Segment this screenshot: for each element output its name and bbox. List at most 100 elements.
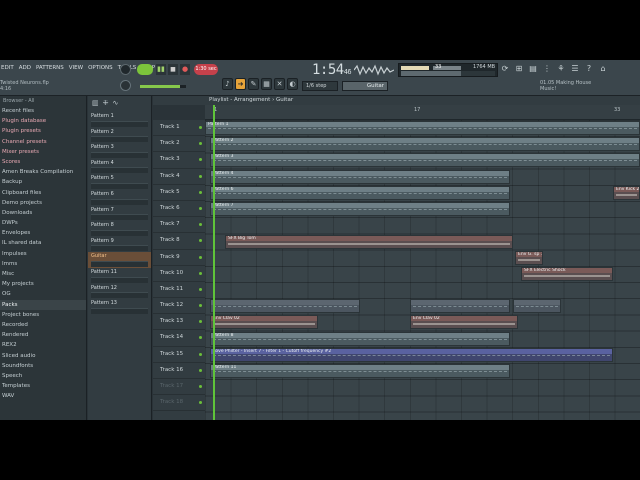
audio-clip[interactable]: SFX Electric Shock <box>521 267 613 281</box>
browser-item[interactable]: Backup <box>0 177 86 187</box>
audio-clip[interactable]: Env G. sp 13 <box>515 251 543 265</box>
audio-clip[interactable]: Env Kick 2 <box>613 186 640 200</box>
playlist-icon[interactable]: ⟳ <box>500 64 510 74</box>
track-header[interactable]: Track 9 <box>153 250 205 266</box>
browser-item[interactable]: OG <box>0 289 86 299</box>
tempo-display[interactable]: 1:30 sec <box>194 64 218 75</box>
browser-item[interactable]: Amen Breaks Compilation <box>0 167 86 177</box>
track-mute-icon[interactable] <box>199 320 202 324</box>
pattern-clip[interactable]: Pattern 3 <box>210 153 640 167</box>
audio-picker-icon[interactable]: ⁜ <box>103 99 109 109</box>
channel-rack-icon[interactable]: ⊞ <box>514 64 524 74</box>
track-mute-icon[interactable] <box>199 401 202 405</box>
browser-item[interactable]: DWPs <box>0 218 86 228</box>
audio-clip[interactable]: SFX Big Tom <box>225 235 513 249</box>
track-header[interactable]: Track 11 <box>153 282 205 299</box>
track-mute-icon[interactable] <box>199 126 202 129</box>
browser-item[interactable]: Rendered <box>0 330 86 340</box>
track-mute-icon[interactable] <box>199 368 202 372</box>
track-mute-icon[interactable] <box>199 190 202 194</box>
drum-clip[interactable] <box>210 299 360 313</box>
track-header[interactable]: Track 17 <box>153 379 205 396</box>
pattern-item[interactable]: Pattern 1 <box>88 112 151 128</box>
track-mute-icon[interactable] <box>199 174 202 178</box>
pattern-clip[interactable]: Pattern 4 <box>210 170 510 184</box>
pattern-clip[interactable]: Pattern 7 <box>210 202 510 216</box>
browser-item[interactable]: REX2 <box>0 340 86 350</box>
pattern-item[interactable]: Pattern 9 <box>88 237 151 253</box>
browser-item[interactable]: Downloads <box>0 208 86 218</box>
piano-roll-icon[interactable]: ▤ <box>528 64 538 74</box>
browser-item[interactable]: IL shared data <box>0 238 86 248</box>
browser-item[interactable]: Channel presets <box>0 137 86 147</box>
track-mute-icon[interactable] <box>199 385 202 388</box>
playlist-grid[interactable]: Pattern 1 Pattern 2 Pattern 3 Pattern 4 … <box>205 120 640 420</box>
help-icon[interactable]: ? <box>584 64 594 74</box>
track-mute-icon[interactable] <box>199 287 202 291</box>
menu-add[interactable]: ADD <box>18 65 32 71</box>
stop-button[interactable]: ■ <box>168 64 178 75</box>
track-header[interactable]: Track 14 <box>153 330 205 347</box>
track-header[interactable]: Track 10 <box>153 266 205 282</box>
pat-song-toggle[interactable] <box>137 64 153 75</box>
master-volume-knob[interactable] <box>120 80 131 91</box>
audio-clip[interactable]: Env Clav 02 <box>210 315 318 329</box>
channel-selector[interactable]: Guitar <box>342 81 388 91</box>
track-header[interactable]: Track 8 <box>153 233 205 250</box>
browser-item[interactable]: Project bones <box>0 310 86 320</box>
snap-selector[interactable]: 1/6 step <box>302 81 338 91</box>
pattern-item[interactable]: Pattern 8 <box>88 221 151 237</box>
track-mute-icon[interactable] <box>199 223 202 227</box>
drum-clip[interactable] <box>410 299 510 313</box>
drum-clip[interactable] <box>513 299 561 313</box>
pattern-item[interactable]: Pattern 7 <box>88 206 151 222</box>
plugin-icon[interactable]: ⚘ <box>556 64 566 74</box>
browser-item[interactable]: Packs <box>0 299 86 310</box>
track-header[interactable]: Track 2 <box>153 136 205 153</box>
mixer-icon[interactable]: ⋮ <box>542 64 552 74</box>
pattern-item[interactable]: Guitar <box>88 252 151 268</box>
automation-picker-icon[interactable]: ∿ <box>113 99 119 109</box>
track-header[interactable]: Track 3 <box>153 152 205 169</box>
track-mute-icon[interactable] <box>199 206 202 210</box>
browser-item[interactable]: Sliced audio <box>0 351 86 361</box>
pattern-item[interactable]: Pattern 12 <box>88 284 151 300</box>
pattern-clip[interactable]: Pattern 1 <box>205 121 640 135</box>
track-header[interactable]: Track 5 <box>153 185 205 201</box>
pattern-clip[interactable]: Pattern 8 <box>210 332 510 346</box>
browser-header[interactable]: Browser - All <box>0 96 86 106</box>
news-panel[interactable]: 01.05 Making House Music! <box>540 80 591 92</box>
track-mute-icon[interactable] <box>199 255 202 259</box>
browser-item[interactable]: Recent files <box>0 106 86 116</box>
browser-item[interactable]: Imms <box>0 259 86 269</box>
timeline-ruler[interactable]: 1 17 33 <box>205 105 640 120</box>
track-mute-icon[interactable] <box>199 158 202 162</box>
pattern-item[interactable]: Pattern 4 <box>88 159 151 175</box>
pattern-item[interactable]: Pattern 2 <box>88 128 151 144</box>
pattern-item[interactable]: Pattern 13 <box>88 299 151 315</box>
automation-clip[interactable]: Love Philter - Insert 7 - Filter 1 - Cut… <box>210 348 613 362</box>
master-pitch-slider[interactable] <box>140 85 186 88</box>
browser-item[interactable]: Speech <box>0 371 86 381</box>
audio-clip[interactable]: Env Clav 02 <box>410 315 518 329</box>
track-mute-icon[interactable] <box>199 336 202 340</box>
pattern-picker-icon[interactable]: ▥ <box>92 99 99 109</box>
paint-icon[interactable]: ▦ <box>261 78 272 90</box>
browser-item[interactable]: Mixer presets <box>0 147 86 157</box>
track-mute-icon[interactable] <box>199 352 202 356</box>
pattern-item[interactable]: Pattern 6 <box>88 190 151 206</box>
menu-options[interactable]: OPTIONS <box>87 65 114 71</box>
pattern-item[interactable]: Pattern 11 <box>88 268 151 284</box>
browser-item[interactable]: Plugin database <box>0 116 86 126</box>
play-button[interactable]: ▮▮ <box>156 64 166 75</box>
menu-view[interactable]: VIEW <box>68 65 84 71</box>
pattern-clip[interactable]: Pattern 2 <box>210 137 640 151</box>
browser-item[interactable]: Scores <box>0 157 86 167</box>
browser-item[interactable]: Envelopes <box>0 228 86 238</box>
browser-item[interactable]: Clipboard files <box>0 188 86 198</box>
menu-patterns[interactable]: PATTERNS <box>35 65 65 71</box>
online-icon[interactable]: ⌂ <box>598 64 608 74</box>
browser-item[interactable]: Templates <box>0 381 86 391</box>
track-header[interactable]: Track 1 <box>153 120 205 137</box>
browser-item[interactable]: Demo projects <box>0 198 86 208</box>
